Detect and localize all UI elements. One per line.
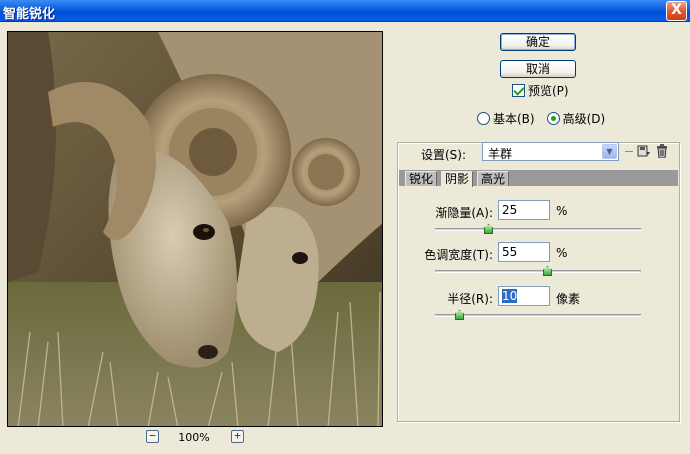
fade-amount-value: 25 xyxy=(502,203,518,217)
tonal-width-value: 55 xyxy=(502,245,518,259)
fade-amount-input[interactable]: 25 xyxy=(498,200,550,220)
tab-shadow[interactable]: 阴影 xyxy=(441,171,474,187)
advanced-radio[interactable] xyxy=(546,111,560,125)
settings-label: 设置(S): xyxy=(421,148,467,162)
preview-checkbox-row[interactable]: 预览(P) xyxy=(512,83,569,98)
basic-label: 基本(B) xyxy=(493,111,535,126)
fade-amount-slider[interactable] xyxy=(435,224,641,234)
tab-sharpen[interactable]: 锐化 xyxy=(405,171,438,186)
tonal-width-unit: % xyxy=(556,246,568,260)
zoom-bar: − 100% + xyxy=(0,430,390,446)
tab-strip: 锐化 阴影 高光 xyxy=(399,170,678,187)
ok-button[interactable]: 确定 xyxy=(500,33,576,51)
radius-label: 半径(R): xyxy=(447,292,493,306)
title-bar: 智能锐化 X xyxy=(0,0,690,22)
save-preset-icon[interactable] xyxy=(637,144,651,158)
toolbar-divider xyxy=(625,151,633,152)
preview-checkbox[interactable] xyxy=(512,83,525,97)
image-preview[interactable] xyxy=(7,31,383,427)
tab-highlight[interactable]: 高光 xyxy=(477,171,510,186)
preview-image xyxy=(8,32,382,426)
window-title: 智能锐化 xyxy=(3,7,56,22)
advanced-label: 高级(D) xyxy=(562,111,606,126)
chevron-down-icon[interactable]: ▼ xyxy=(602,144,617,159)
zoom-in-button[interactable]: + xyxy=(231,430,244,443)
tonal-width-label: 色调宽度(T): xyxy=(424,248,493,262)
settings-value: 羊群 xyxy=(488,147,513,161)
preview-label: 预览(P) xyxy=(528,83,569,98)
radius-unit: 像素 xyxy=(556,292,581,306)
cancel-button[interactable]: 取消 xyxy=(500,60,576,78)
close-button[interactable]: X xyxy=(666,1,687,21)
settings-dropdown[interactable]: 羊群 ▼ xyxy=(482,142,619,161)
zoom-level: 100% xyxy=(178,431,210,444)
fade-amount-unit: % xyxy=(556,204,568,218)
fade-amount-label: 渐隐量(A): xyxy=(435,206,493,220)
radius-slider[interactable] xyxy=(435,310,641,320)
radius-value: 10 xyxy=(502,289,518,303)
zoom-out-button[interactable]: − xyxy=(146,430,159,443)
trash-icon[interactable] xyxy=(656,144,668,158)
mode-radio-group: 基本(B) 高级(D) xyxy=(477,111,606,126)
tonal-width-slider[interactable] xyxy=(435,266,641,276)
basic-radio[interactable] xyxy=(477,111,490,125)
tonal-width-input[interactable]: 55 xyxy=(498,242,550,262)
radius-input[interactable]: 10 xyxy=(498,286,550,306)
